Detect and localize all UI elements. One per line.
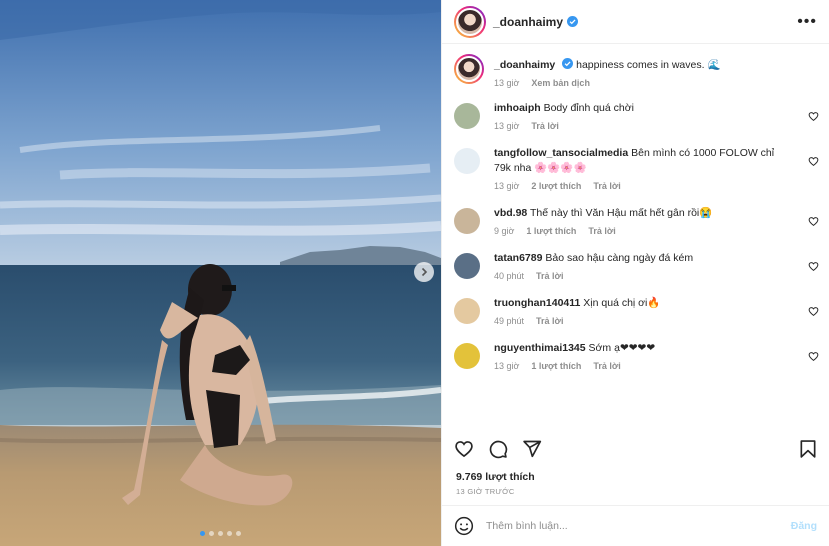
comment-item: tatan6789 Bảo sao hậu càng ngày đá kém 4… — [442, 251, 829, 284]
comment-text: Xịn quá chị ơi🔥 — [583, 297, 661, 309]
comment-item: tangfollow_tansocialmedia Bên mình có 10… — [442, 146, 829, 194]
commenter-avatar[interactable] — [454, 343, 480, 369]
commenter-username[interactable]: nguyenthimai1345 — [494, 342, 586, 354]
like-count[interactable]: 9.769 lượt thích — [456, 471, 535, 483]
heart-icon[interactable] — [454, 439, 474, 459]
carousel-next-button[interactable] — [414, 262, 434, 282]
author-avatar[interactable] — [454, 54, 484, 84]
comment-likes[interactable]: 2 lượt thích — [531, 179, 581, 194]
commenter-username[interactable]: tangfollow_tansocialmedia — [494, 147, 628, 159]
bookmark-icon[interactable] — [799, 439, 817, 459]
reply-button[interactable]: Trả lời — [536, 314, 563, 329]
comment-like-heart-icon[interactable] — [808, 261, 819, 272]
beach-photo — [0, 0, 441, 546]
reply-button[interactable]: Trả lời — [536, 269, 563, 284]
reply-button[interactable]: Trả lời — [588, 224, 615, 239]
comment-time: 13 giờ — [494, 181, 520, 191]
post-timestamp: 13 GIỜ TRƯỚC — [456, 487, 515, 496]
post-modal: _doanhaimy ••• _doanhaimy happiness come… — [0, 0, 829, 546]
post-actions — [442, 435, 829, 463]
comment-like-heart-icon[interactable] — [808, 156, 819, 167]
comment-text: Sớm ạ❤❤❤❤ — [588, 342, 656, 354]
more-options-icon[interactable]: ••• — [797, 13, 817, 31]
comment-like-heart-icon[interactable] — [808, 306, 819, 317]
reply-button[interactable]: Trả lời — [593, 359, 620, 374]
comment-like-heart-icon[interactable] — [808, 111, 819, 122]
comment-time: 9 giờ — [494, 226, 515, 236]
commenter-avatar[interactable] — [454, 208, 480, 234]
comment-icon[interactable] — [488, 439, 508, 459]
add-comment-bar: Đăng — [442, 505, 829, 546]
comment-time: 13 giờ — [494, 361, 520, 371]
comment-item: vbd.98 Thế này thì Văn Hậu mất hết gân r… — [442, 206, 829, 239]
commenter-username[interactable]: truonghan140411 — [494, 297, 580, 309]
commenter-avatar[interactable] — [454, 253, 480, 279]
comment-like-heart-icon[interactable] — [808, 216, 819, 227]
comments-list: _doanhaimy happiness comes in waves. 🌊 1… — [442, 44, 829, 419]
reply-button[interactable]: Trả lời — [593, 179, 620, 194]
caption-username[interactable]: _doanhaimy — [494, 59, 555, 71]
commenter-avatar[interactable] — [454, 298, 480, 324]
comment-item: imhoaiph Body đỉnh quá chời 13 giờ Trả l… — [442, 101, 829, 134]
share-icon[interactable] — [522, 439, 542, 459]
caption-text: happiness comes in waves. 🌊 — [576, 59, 721, 71]
caption: _doanhaimy happiness comes in waves. 🌊 1… — [442, 54, 829, 91]
commenter-avatar[interactable] — [454, 148, 480, 174]
carousel-dot — [218, 531, 223, 536]
chevron-right-icon — [421, 267, 428, 277]
carousel-dot — [200, 531, 205, 536]
comment-text: Body đỉnh quá chời — [543, 102, 634, 114]
comment-likes[interactable]: 1 lượt thích — [526, 224, 576, 239]
comment-time: 40 phút — [494, 271, 525, 281]
author-username[interactable]: _doanhaimy — [493, 15, 563, 29]
comment-text: Thế này thì Văn Hậu mất hết gân rồi😭 — [530, 207, 713, 219]
comment-input[interactable] — [486, 520, 791, 532]
comment-likes[interactable]: 1 lượt thích — [531, 359, 581, 374]
see-translation-link[interactable]: Xem bản dịch — [531, 76, 590, 91]
commenter-username[interactable]: imhoaiph — [494, 102, 541, 114]
carousel-dot — [236, 531, 241, 536]
post-details-panel: _doanhaimy ••• _doanhaimy happiness come… — [441, 0, 829, 546]
verified-badge-icon — [567, 16, 579, 27]
comment-time: 49 phút — [494, 316, 525, 326]
commenter-username[interactable]: tatan6789 — [494, 252, 542, 264]
reply-button[interactable]: Trả lời — [531, 119, 558, 134]
comment-like-heart-icon[interactable] — [808, 351, 819, 362]
comment-text: Bảo sao hậu càng ngày đá kém — [545, 252, 694, 264]
carousel-dot — [227, 531, 232, 536]
emoji-icon[interactable] — [454, 516, 474, 536]
commenter-avatar[interactable] — [454, 103, 480, 129]
post-comment-button[interactable]: Đăng — [791, 520, 817, 532]
author-avatar[interactable] — [454, 5, 486, 38]
commenter-username[interactable]: vbd.98 — [494, 207, 527, 219]
comment-time: 13 giờ — [494, 121, 520, 131]
comment-item: nguyenthimai1345 Sớm ạ❤❤❤❤ 13 giờ 1 lượt… — [442, 341, 829, 374]
verified-badge-icon — [562, 58, 574, 69]
carousel-indicators — [0, 531, 441, 536]
carousel-dot — [209, 531, 214, 536]
comment-item: truonghan140411 Xịn quá chị ơi🔥 49 phút … — [442, 296, 829, 329]
caption-time: 13 giờ — [494, 78, 520, 88]
post-header: _doanhaimy ••• — [442, 0, 829, 44]
post-photo[interactable] — [0, 0, 441, 546]
